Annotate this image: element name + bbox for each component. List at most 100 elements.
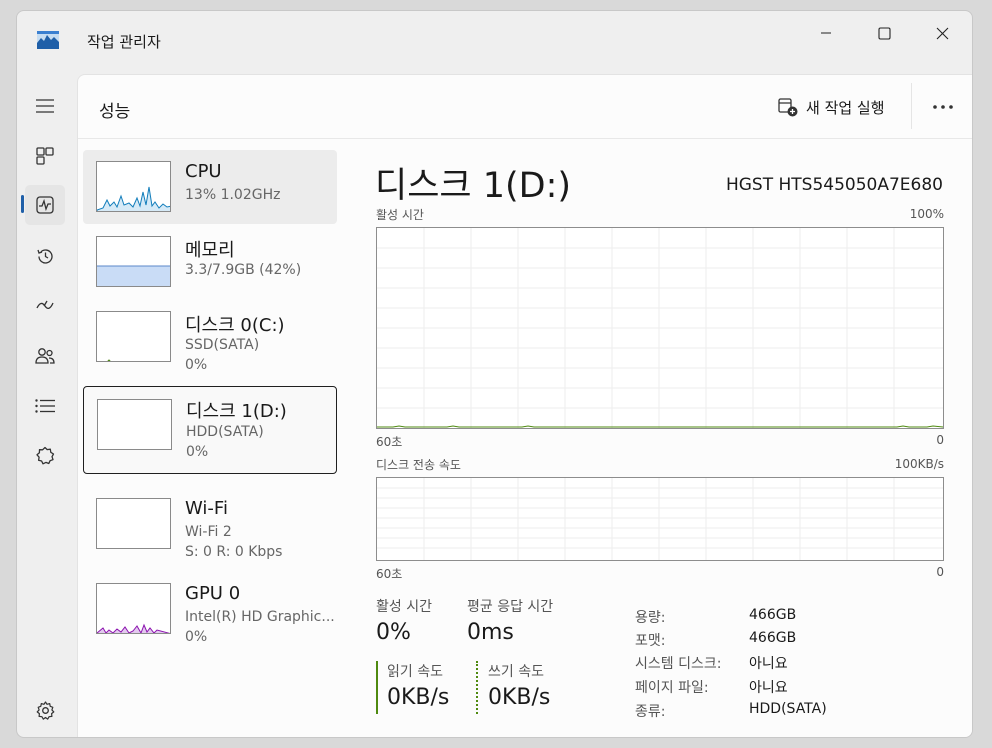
task-manager-logo	[37, 31, 59, 49]
cpu-mini-graph	[96, 161, 171, 212]
nav-startup-apps-button[interactable]	[25, 286, 65, 326]
processes-icon	[36, 147, 54, 165]
device-name: 메모리	[185, 240, 235, 261]
transfer-rate-graph-label: 디스크 전송 속도	[376, 458, 461, 472]
device-info: 13% 1.02GHz	[185, 187, 281, 203]
nav-active-indicator	[21, 195, 24, 213]
run-new-task-button[interactable]: 새 작업 실행	[778, 93, 885, 121]
transfer-rate-graph-max: 100KB/s	[894, 457, 944, 471]
capacity-label: 용량:	[635, 610, 666, 626]
minimize-button[interactable]	[797, 15, 855, 51]
close-button[interactable]	[913, 15, 971, 51]
details-icon	[35, 399, 55, 413]
device-info: 3.3/7.9GB (42%)	[185, 262, 302, 278]
read-rate-indicator	[376, 661, 378, 714]
window-title: 작업 관리자	[87, 33, 161, 51]
page-file-label: 페이지 파일:	[635, 680, 709, 696]
nav-performance-button[interactable]	[25, 185, 65, 225]
page-header: 성능 새 작업 실행	[78, 75, 972, 139]
formatted-value: 466GB	[749, 630, 797, 646]
device-info: Wi-Fi 2	[185, 524, 232, 540]
device-info: SSD(SATA)	[185, 337, 260, 353]
page-file-value: 아니요	[749, 680, 788, 696]
device-usage: 0%	[185, 357, 208, 373]
transfer-rate-x-left: 60초	[376, 567, 403, 581]
gpu-mini-graph	[96, 583, 171, 634]
device-usage: 0%	[186, 444, 209, 460]
active-time-x-right: 0	[936, 433, 944, 447]
write-speed-label: 쓰기 속도	[488, 664, 544, 680]
avg-response-value: 0ms	[467, 620, 514, 645]
device-name: Wi-Fi	[185, 498, 228, 519]
system-disk-value: 아니요	[749, 656, 788, 672]
device-name: 디스크 1(D:)	[186, 401, 287, 422]
device-wifi[interactable]: Wi-Fi Wi-Fi 2 S: 0 R: 0 Kbps	[83, 487, 337, 561]
read-speed-value: 0KB/s	[387, 685, 450, 710]
device-info: Intel(R) HD Graphic...	[185, 609, 335, 625]
active-time-graph	[376, 227, 944, 429]
nav-processes-button[interactable]	[25, 136, 65, 176]
more-icon	[933, 105, 953, 109]
transfer-rate-grid	[377, 478, 943, 560]
more-options-button[interactable]	[926, 91, 960, 123]
avg-response-label: 평균 응답 시간	[467, 599, 554, 615]
close-icon	[936, 27, 948, 39]
menu-icon	[36, 99, 54, 113]
page-title: 성능	[99, 102, 131, 122]
active-time-value: 0%	[376, 620, 411, 645]
disk-model: HGST HTS545050A7E680	[725, 175, 943, 195]
nav-details-button[interactable]	[25, 386, 65, 426]
active-time-graph-label: 활성 시간	[376, 208, 424, 222]
run-new-task-label: 새 작업 실행	[806, 98, 885, 117]
device-usage: S: 0 R: 0 Kbps	[185, 544, 283, 560]
device-usage: 0%	[185, 629, 208, 645]
device-name: GPU 0	[185, 583, 241, 604]
maximize-icon	[877, 26, 891, 40]
detail-title: 디스크 1(D:)	[375, 166, 572, 206]
nav-services-button[interactable]	[25, 436, 65, 476]
active-time-graph-max: 100%	[909, 207, 944, 221]
maximize-button[interactable]	[855, 15, 913, 51]
users-icon	[35, 348, 55, 364]
task-manager-window: 작업 관리자 성능 새 작업 실행 CPU 13% 1.02GHz 메모리 3.…	[16, 10, 973, 738]
nav-settings-button[interactable]	[25, 690, 65, 730]
wifi-mini-graph	[96, 498, 171, 549]
main-panel: 성능 새 작업 실행 CPU 13% 1.02GHz 메모리 3.3/7.9GB…	[77, 74, 972, 737]
device-name: 디스크 0(C:)	[185, 315, 285, 336]
header-divider	[911, 83, 912, 129]
services-icon	[36, 446, 55, 465]
minimize-icon	[821, 32, 831, 34]
title-bar: 작업 관리자	[17, 11, 972, 71]
write-speed-value: 0KB/s	[488, 685, 551, 710]
startup-apps-icon	[36, 300, 54, 310]
device-info: HDD(SATA)	[186, 424, 264, 440]
active-time-grid	[377, 228, 943, 428]
nav-users-button[interactable]	[25, 336, 65, 376]
device-name: CPU	[185, 161, 222, 182]
write-rate-indicator	[476, 661, 478, 714]
nav-app-history-button[interactable]	[25, 236, 65, 276]
settings-icon	[36, 700, 54, 720]
active-time-label: 활성 시간	[376, 599, 432, 615]
run-new-task-icon	[778, 98, 798, 117]
capacity-value: 466GB	[749, 607, 797, 623]
active-time-x-left: 60초	[376, 435, 403, 449]
read-speed-label: 읽기 속도	[387, 664, 443, 680]
transfer-rate-x-right: 0	[936, 565, 944, 579]
disk-type-value: HDD(SATA)	[749, 701, 827, 717]
device-gpu-0[interactable]: GPU 0 Intel(R) HD Graphic... 0%	[83, 572, 337, 646]
device-memory[interactable]: 메모리 3.3/7.9GB (42%)	[83, 225, 337, 299]
nav-menu-button[interactable]	[25, 86, 65, 126]
transfer-rate-graph	[376, 477, 944, 561]
app-history-icon	[36, 248, 53, 264]
device-cpu[interactable]: CPU 13% 1.02GHz	[83, 150, 337, 224]
device-disk-1[interactable]: 디스크 1(D:) HDD(SATA) 0%	[83, 386, 337, 474]
performance-icon	[36, 196, 54, 214]
disk-0-mini-graph	[96, 311, 171, 362]
disk-type-label: 종류:	[635, 704, 666, 720]
memory-mini-graph	[96, 236, 171, 287]
disk-1-mini-graph	[97, 399, 172, 450]
device-disk-0[interactable]: 디스크 0(C:) SSD(SATA) 0%	[83, 300, 337, 374]
formatted-label: 포맷:	[635, 633, 666, 649]
system-disk-label: 시스템 디스크:	[635, 656, 722, 672]
